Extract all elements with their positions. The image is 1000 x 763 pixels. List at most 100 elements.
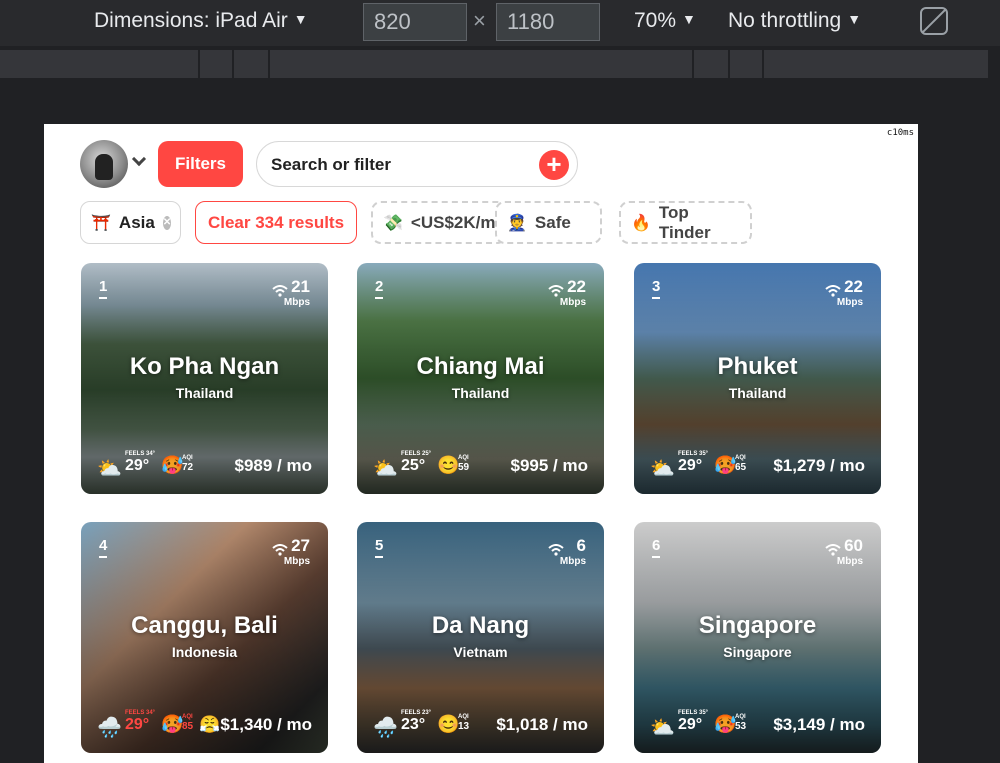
aqi-label: AQI (735, 455, 746, 461)
dimensions-label: Dimensions: iPad Air (94, 9, 288, 32)
wifi-icon (272, 285, 288, 297)
card-city: Phuket (717, 353, 798, 380)
aqi-face-icon: 🥵 (161, 455, 184, 475)
temperature: 25° (401, 457, 426, 474)
wifi-icon (548, 544, 564, 556)
wifi-unit: Mbps (836, 297, 863, 308)
zoom-label: 70% (634, 9, 677, 32)
device-viewport: c10ms Filters + ⛩️ Asia ✕ Clear 334 resu… (44, 124, 918, 763)
police-icon: 👮 (507, 214, 527, 232)
wifi-speed: 60 (844, 536, 863, 555)
card-price: $989 / mo (234, 456, 313, 475)
filters-button[interactable]: Filters (158, 141, 243, 187)
ruler-segment[interactable] (764, 50, 990, 78)
temperature: 29° (125, 716, 150, 733)
aqi-value: 85 (182, 721, 194, 732)
aqi-value: 72 (182, 462, 194, 473)
wifi-icon (548, 285, 564, 297)
city-card[interactable]: 5 6 Mbps Da Nang Vietnam 🌧️ FEELS 23° 23… (357, 522, 604, 753)
wifi-unit: Mbps (836, 556, 863, 567)
chip-safe-filter[interactable]: 👮 Safe (495, 201, 602, 244)
clear-results-button[interactable]: Clear 334 results (195, 201, 357, 244)
wifi-icon (825, 285, 841, 297)
avatar[interactable] (80, 140, 128, 188)
aqi-label: AQI (182, 455, 193, 461)
aqi-value: 65 (735, 462, 747, 473)
city-card[interactable]: 6 60 Mbps Singapore Singapore ⛅ FEELS 35… (634, 522, 881, 753)
aqi-face-icon: 🥵 (161, 714, 184, 734)
chip-safe-label: Safe (534, 212, 571, 232)
temperature: 23° (401, 716, 426, 733)
ruler-segment[interactable] (0, 50, 200, 78)
search-bar: + (256, 141, 578, 187)
aqi-value: 13 (458, 721, 470, 732)
card-price: $995 / mo (510, 456, 589, 475)
width-input[interactable]: 820 (363, 3, 467, 41)
search-input[interactable] (271, 152, 531, 178)
card-price: $1,279 / mo (773, 456, 865, 475)
weather-icon: ⛅ (97, 458, 122, 480)
city-card[interactable]: 2 22 Mbps Chiang Mai Thailand ⛅ FEELS 25… (357, 263, 604, 494)
aqi-label: AQI (458, 714, 469, 720)
caret-down-icon: ▼ (847, 11, 862, 27)
clear-results-label: Clear 334 results (207, 212, 345, 232)
aqi-value: 53 (735, 721, 747, 732)
money-icon: 💸 (383, 214, 403, 232)
chip-asia[interactable]: ⛩️ Asia ✕ (80, 201, 181, 244)
chip-tinder-filter[interactable]: 🔥 Top Tinder (619, 201, 752, 244)
wifi-unit: Mbps (283, 556, 310, 567)
wifi-icon (272, 544, 288, 556)
card-country: Singapore (723, 644, 792, 660)
card-country: Thailand (175, 385, 234, 401)
city-card[interactable]: 4 27 Mbps Canggu, Bali Indonesia 🌧️ FEEL… (81, 522, 328, 753)
temperature: 29° (678, 716, 703, 733)
fire-icon: 🔥 (631, 214, 651, 232)
ruler-segment[interactable] (270, 50, 694, 78)
card-city: Chiang Mai (416, 353, 545, 380)
rotate-icon[interactable] (920, 7, 948, 35)
wifi-speed: 6 (576, 536, 586, 555)
weather-icon: ⛅ (650, 717, 675, 739)
media-query-ruler (0, 46, 1000, 82)
city-card[interactable]: 3 22 Mbps Phuket Thailand ⛅ FEELS 35° 29… (634, 263, 881, 494)
chip-price-label: <US$2K/mo (410, 212, 506, 232)
weather-icon: ⛅ (373, 458, 398, 480)
wifi-speed: 21 (291, 277, 310, 296)
add-icon[interactable]: + (539, 150, 569, 180)
ruler-segment[interactable] (200, 50, 234, 78)
aqi-face-icon: 😊 (437, 714, 460, 734)
aqi-label: AQI (735, 714, 746, 720)
height-input[interactable]: 1180 (496, 3, 600, 41)
card-price: $1,018 / mo (496, 715, 588, 734)
aqi-face-icon: 🥵 (714, 455, 737, 475)
ruler-segment[interactable] (730, 50, 764, 78)
chip-price-filter[interactable]: 💸 <US$2K/mo (371, 201, 507, 244)
card-city: Singapore (698, 612, 817, 639)
card-rank: 4 (99, 537, 108, 558)
zoom-dropdown[interactable]: 70% ▼ (634, 9, 696, 33)
torii-icon: ⛩️ (91, 214, 111, 232)
wifi-icon (825, 544, 841, 556)
card-city: Canggu, Bali (131, 612, 278, 639)
dimensions-dropdown[interactable]: Dimensions: iPad Air ▼ (94, 9, 308, 33)
weather-icon: 🌧️ (97, 717, 122, 739)
chevron-down-icon[interactable] (131, 151, 147, 167)
devtools-device-toolbar: Dimensions: iPad Air ▼ 820 × 1180 70% ▼ No… (0, 0, 1000, 46)
throttling-dropdown[interactable]: No throttling ▼ (728, 9, 861, 33)
card-rank: 3 (652, 278, 661, 299)
ruler-segment[interactable] (694, 50, 730, 78)
card-rank: 2 (375, 278, 384, 299)
wifi-unit: Mbps (283, 297, 310, 308)
card-country: Thailand (451, 385, 510, 401)
temperature: 29° (678, 457, 703, 474)
times-symbol: × (473, 8, 486, 33)
weather-icon: 🌧️ (373, 717, 398, 739)
card-rank: 5 (375, 537, 384, 558)
aqi-face-icon: 🥵 (714, 714, 737, 734)
card-price: $3,149 / mo (773, 715, 865, 734)
ruler-segment[interactable] (234, 50, 270, 78)
weather-icon: ⛅ (650, 458, 675, 480)
close-icon[interactable]: ✕ (162, 215, 172, 230)
city-card[interactable]: 1 21 Mbps Ko Pha Ngan Thailand ⛅ FEELS 3… (81, 263, 328, 494)
card-country: Indonesia (171, 644, 238, 660)
